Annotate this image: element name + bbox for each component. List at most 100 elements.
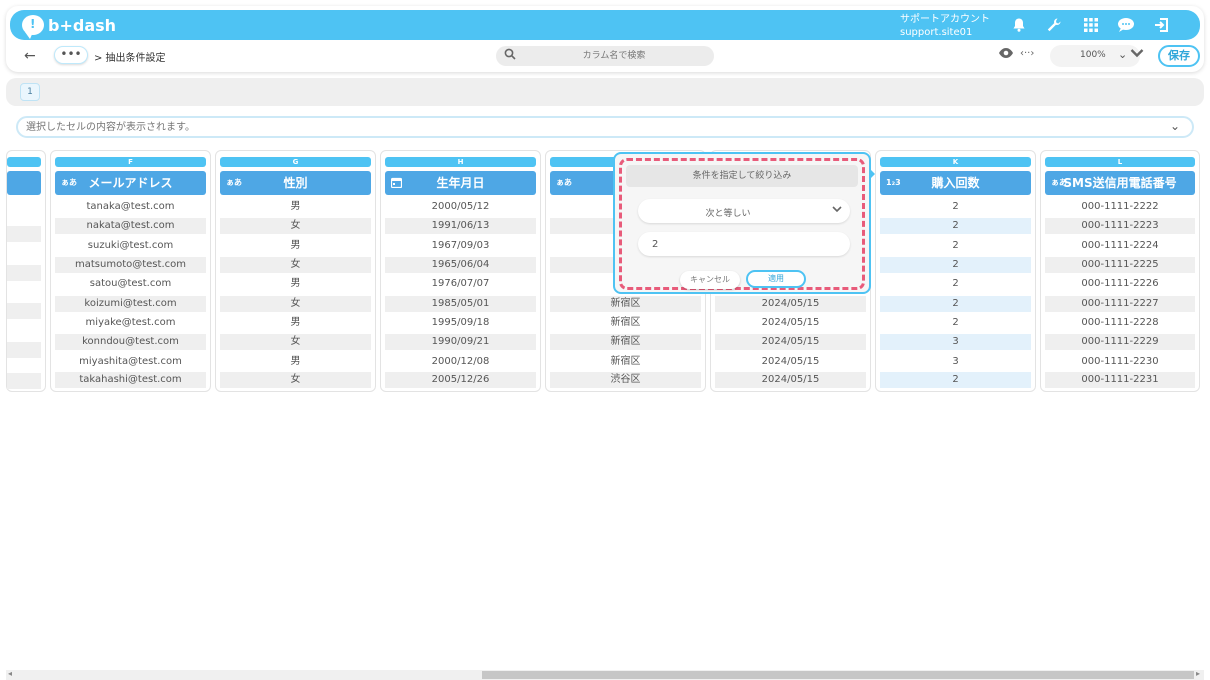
table-cell[interactable]: 2 xyxy=(880,238,1031,254)
table-cell[interactable]: 女 xyxy=(220,372,371,388)
column-l[interactable]: L ぁあ SMS送信用電話番号 000-1111-2222 000-1111-2… xyxy=(1040,150,1200,392)
column-header[interactable]: 1₂3 購入回数 xyxy=(880,171,1031,195)
zoom-select[interactable]: 100% ⌄ xyxy=(1050,45,1140,67)
table-cell[interactable]: 男 xyxy=(220,276,371,292)
table-cell[interactable]: 2 xyxy=(880,276,1031,292)
table-cell[interactable]: 2000/05/12 xyxy=(385,199,536,215)
expand-width-icon[interactable]: ‹··› xyxy=(1020,48,1034,59)
table-cell[interactable]: 000-1111-2223 xyxy=(1045,218,1195,234)
table-cell[interactable]: 2 xyxy=(880,257,1031,273)
logout-icon[interactable] xyxy=(1151,14,1173,36)
table-cell[interactable]: 000-1111-2226 xyxy=(1045,276,1195,292)
table-cell[interactable]: 000-1111-2231 xyxy=(1045,372,1195,388)
table-cell[interactable]: 2 xyxy=(880,296,1031,312)
column-header[interactable]: ぁあ 性別 xyxy=(220,171,371,195)
table-cell[interactable]: 000-1111-2230 xyxy=(1045,354,1195,370)
table-cell[interactable]: 新宿区 xyxy=(550,354,701,370)
table-cell[interactable]: koizumi@test.com xyxy=(55,296,206,312)
save-button[interactable]: 保存 xyxy=(1158,45,1200,67)
collapse-chevron-icon[interactable] xyxy=(1130,46,1144,62)
table-cell[interactable]: 1991/06/13 xyxy=(385,218,536,234)
table-cell[interactable]: 2024/05/15 xyxy=(715,354,866,370)
app-logo[interactable]: ! b+dash xyxy=(22,14,116,39)
wrench-icon[interactable] xyxy=(1043,14,1065,36)
table-cell[interactable] xyxy=(7,303,41,319)
column-header[interactable]: ぁあ メールアドレス xyxy=(55,171,206,195)
table-cell[interactable]: 男 xyxy=(220,354,371,370)
table-cell[interactable]: 女 xyxy=(220,296,371,312)
table-cell[interactable]: 女 xyxy=(220,218,371,234)
table-cell[interactable]: 1967/09/03 xyxy=(385,238,536,254)
scroll-right-arrow-icon[interactable]: ▸ xyxy=(1196,669,1200,678)
table-cell[interactable]: miyake@test.com xyxy=(55,315,206,331)
table-cell[interactable]: 新宿区 xyxy=(550,296,701,312)
table-cell[interactable] xyxy=(7,373,41,389)
table-cell[interactable]: 000-1111-2229 xyxy=(1045,334,1195,350)
table-cell[interactable]: 1995/09/18 xyxy=(385,315,536,331)
table-cell[interactable]: 女 xyxy=(220,334,371,350)
table-cell[interactable]: satou@test.com xyxy=(55,276,206,292)
table-cell[interactable]: 新宿区 xyxy=(550,334,701,350)
chat-icon[interactable] xyxy=(1115,14,1137,36)
page-tab-1[interactable]: 1 xyxy=(20,83,40,101)
column-g[interactable]: G ぁあ 性別 男 女 男 女 男 女 男 女 男 女 xyxy=(215,150,376,392)
table-cell[interactable]: miyashita@test.com xyxy=(55,354,206,370)
table-cell[interactable]: takahashi@test.com xyxy=(55,372,206,388)
eye-icon[interactable] xyxy=(998,47,1014,63)
table-cell[interactable]: 2 xyxy=(880,372,1031,388)
table-cell[interactable]: 2 xyxy=(880,315,1031,331)
table-cell[interactable]: 000-1111-2227 xyxy=(1045,296,1195,312)
table-cell[interactable]: 2 xyxy=(880,218,1031,234)
table-cell[interactable] xyxy=(7,226,41,242)
column-f[interactable]: F ぁあ メールアドレス tanaka@test.com nakata@test… xyxy=(50,150,211,392)
search-input[interactable] xyxy=(524,48,704,64)
table-cell[interactable]: 2024/05/15 xyxy=(715,296,866,312)
horizontal-scrollbar[interactable]: ◂ ▸ xyxy=(6,669,1204,680)
column-k[interactable]: K 1₂3 購入回数 2 2 2 2 2 2 2 3 3 2 xyxy=(875,150,1036,392)
column-header[interactable] xyxy=(7,171,41,195)
table-cell[interactable]: suzuki@test.com xyxy=(55,238,206,254)
cancel-button[interactable]: キャンセル xyxy=(680,271,740,289)
account-info[interactable]: サポートアカウント support.site01 xyxy=(900,13,990,39)
apps-grid-icon[interactable] xyxy=(1080,14,1102,36)
table-cell[interactable]: 2024/05/15 xyxy=(715,334,866,350)
column-header[interactable]: ぁあ SMS送信用電話番号 xyxy=(1045,171,1195,195)
scroll-left-arrow-icon[interactable]: ◂ xyxy=(8,669,12,678)
table-cell[interactable]: 2005/12/26 xyxy=(385,372,536,388)
bell-icon[interactable] xyxy=(1008,14,1030,36)
column-e-partial[interactable] xyxy=(6,150,46,392)
operator-select[interactable]: 次と等しい xyxy=(638,199,850,223)
column-search[interactable] xyxy=(496,46,714,66)
cell-content-field[interactable] xyxy=(26,120,1126,134)
more-menu-button[interactable]: ••• xyxy=(54,46,88,64)
chevron-down-icon[interactable]: ⌄ xyxy=(1170,119,1180,133)
table-cell[interactable]: 男 xyxy=(220,315,371,331)
table-cell[interactable]: nakata@test.com xyxy=(55,218,206,234)
table-cell[interactable]: 000-1111-2228 xyxy=(1045,315,1195,331)
table-cell[interactable]: 渋谷区 xyxy=(550,372,701,388)
column-h[interactable]: H 生年月日 2000/05/12 1991/06/13 1967/09/03 … xyxy=(380,150,541,392)
table-cell[interactable]: 2024/05/15 xyxy=(715,315,866,331)
table-cell[interactable] xyxy=(7,265,41,281)
table-cell[interactable]: tanaka@test.com xyxy=(55,199,206,215)
table-cell[interactable]: 1985/05/01 xyxy=(385,296,536,312)
scrollbar-thumb[interactable] xyxy=(482,671,1194,679)
table-cell[interactable]: konndou@test.com xyxy=(55,334,206,350)
table-cell[interactable]: 1965/06/04 xyxy=(385,257,536,273)
table-cell[interactable]: 2024/05/15 xyxy=(715,372,866,388)
table-cell[interactable] xyxy=(7,342,41,358)
table-cell[interactable]: 3 xyxy=(880,354,1031,370)
table-cell[interactable]: 000-1111-2224 xyxy=(1045,238,1195,254)
table-cell[interactable]: 000-1111-2225 xyxy=(1045,257,1195,273)
cell-content-bar[interactable]: ⌄ xyxy=(16,116,1194,138)
table-cell[interactable]: 新宿区 xyxy=(550,315,701,331)
apply-button[interactable]: 適用 xyxy=(746,270,806,288)
table-cell[interactable]: 1990/09/21 xyxy=(385,334,536,350)
table-cell[interactable]: 1976/07/07 xyxy=(385,276,536,292)
table-cell[interactable]: 女 xyxy=(220,257,371,273)
table-cell[interactable]: 2 xyxy=(880,199,1031,215)
back-arrow-icon[interactable]: ← xyxy=(24,48,36,64)
filter-value-input[interactable] xyxy=(638,232,850,256)
table-cell[interactable]: 3 xyxy=(880,334,1031,350)
table-cell[interactable]: 男 xyxy=(220,199,371,215)
